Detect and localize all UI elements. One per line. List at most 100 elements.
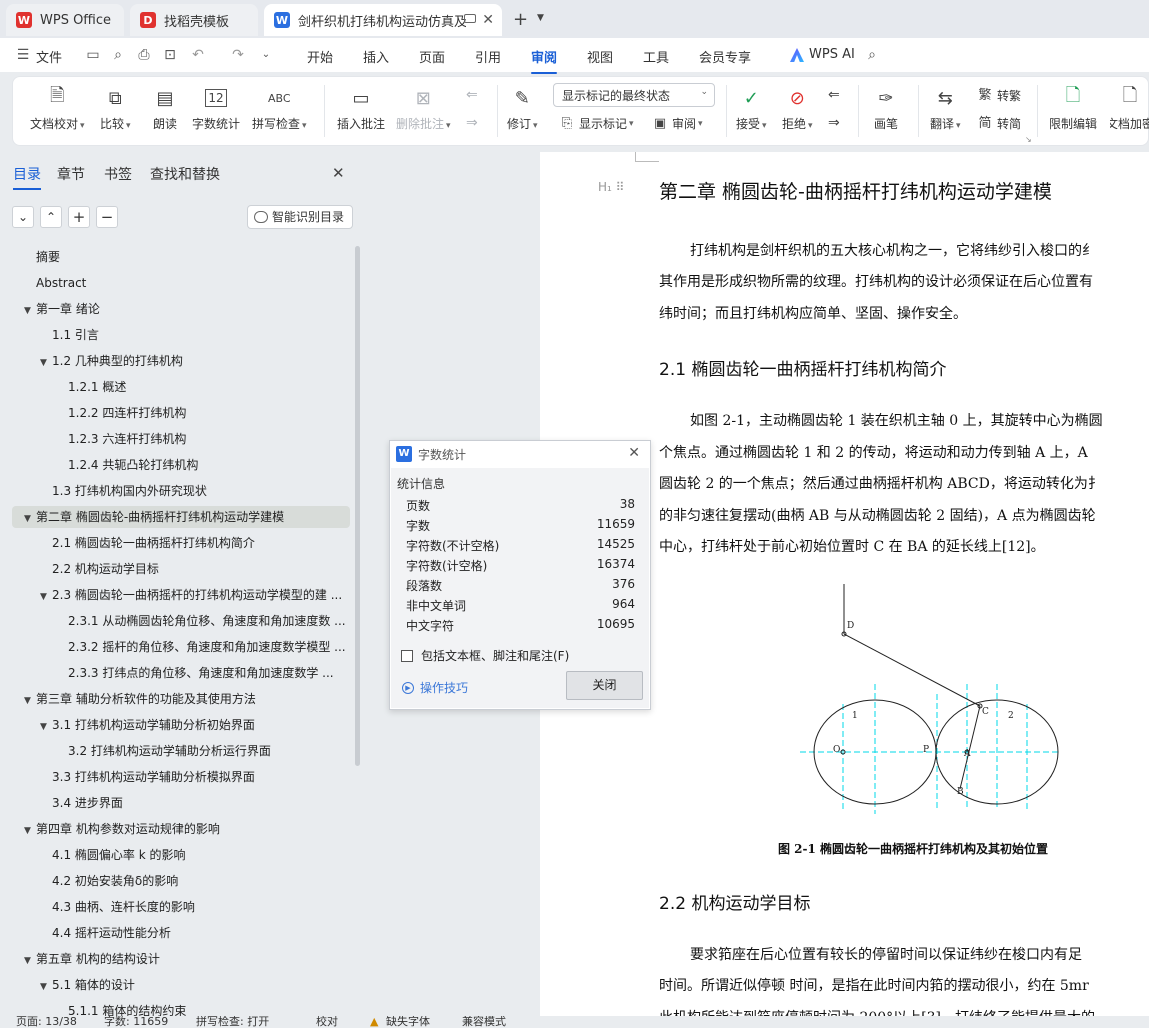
toc-item[interactable]: 3.2 打纬机构运动学辅助分析运行界面 bbox=[56, 740, 350, 762]
to-traditional-button[interactable]: 繁转繁 bbox=[977, 87, 1021, 104]
toc-item[interactable]: 1.2.2 四连杆打纬机构 bbox=[56, 402, 350, 424]
toc-item[interactable]: 1.2.3 六连杆打纬机构 bbox=[56, 428, 350, 450]
close-button[interactable]: 关闭 bbox=[566, 671, 643, 700]
menu-tools[interactable]: 工具 bbox=[643, 47, 669, 66]
new-tab-icon[interactable]: + bbox=[513, 9, 528, 30]
smart-toc-button[interactable]: 智能识别目录 bbox=[247, 205, 354, 229]
menu-member[interactable]: 会员专享 bbox=[699, 47, 751, 66]
print-preview-icon[interactable]: ⊡ bbox=[162, 47, 178, 63]
menu-review[interactable]: 审阅 bbox=[531, 47, 558, 74]
toc-item[interactable]: ▼ 第五章 机构的结构设计 bbox=[24, 948, 350, 970]
menu-view[interactable]: 视图 bbox=[587, 47, 613, 66]
status-spell-check[interactable]: 拼写检查: 打开 bbox=[196, 1016, 269, 1028]
tab-document[interactable]: W 剑杆织机打纬机构运动仿真及 ✕ bbox=[264, 4, 502, 36]
delete-comment-button[interactable]: ⊠ 删除批注 ▾ bbox=[396, 85, 451, 132]
dialog-titlebar[interactable]: W 字数统计 bbox=[390, 441, 650, 467]
expand-arrow-icon[interactable]: ▼ bbox=[24, 300, 36, 320]
restrict-edit-button[interactable]: 🗋 限制编辑 bbox=[1049, 85, 1097, 132]
review-pane-button[interactable]: ▣ 审阅 ▾ bbox=[652, 115, 703, 132]
toc-item[interactable]: 2.3.1 从动椭圆齿轮角位移、角速度和角加速度数 ... bbox=[56, 610, 350, 632]
status-page[interactable]: 页面: 13/38 bbox=[16, 1016, 77, 1028]
close-icon[interactable]: ✕ bbox=[628, 445, 640, 461]
expand-up-icon[interactable]: ⌃ bbox=[40, 206, 62, 228]
toc-item[interactable]: 3.4 进步界面 bbox=[40, 792, 350, 814]
doc-encrypt-button[interactable]: 🗋 文档加密 bbox=[1110, 85, 1149, 132]
collapse-icon[interactable]: ⌄ bbox=[12, 206, 34, 228]
include-textbox-checkbox[interactable]: 包括文本框、脚注和尾注(F) bbox=[401, 647, 569, 664]
word-count-button[interactable]: 12 字数统计 bbox=[192, 85, 240, 132]
menu-insert[interactable]: 插入 bbox=[363, 47, 389, 66]
chevron-down-icon[interactable]: ⌄ bbox=[258, 47, 274, 63]
toc-item[interactable]: Abstract bbox=[24, 272, 350, 294]
tips-link[interactable]: ▶ 操作技巧 bbox=[402, 679, 468, 696]
expand-arrow-icon[interactable]: ▼ bbox=[40, 976, 52, 996]
toc-item[interactable]: 3.3 打纬机构运动学辅助分析模拟界面 bbox=[40, 766, 350, 788]
toc-item[interactable]: ▼ 2.3 椭圆齿轮一曲柄摇杆的打纬机构运动学模型的建 ... bbox=[40, 584, 350, 606]
toc-item[interactable]: 1.2.4 共轭凸轮打纬机构 bbox=[56, 454, 350, 476]
undo-icon[interactable]: ↶ bbox=[190, 47, 206, 63]
toc-item[interactable]: 1.1 引言 bbox=[40, 324, 350, 346]
read-aloud-button[interactable]: ▤ 朗读 bbox=[152, 85, 178, 132]
toc-item[interactable]: ▼ 5.1 箱体的设计 bbox=[40, 974, 350, 996]
remove-icon[interactable]: − bbox=[96, 206, 118, 228]
monitor-icon[interactable] bbox=[464, 14, 476, 23]
expand-arrow-icon[interactable]: ▼ bbox=[40, 352, 52, 372]
hamburger-icon[interactable]: ☰ bbox=[15, 47, 31, 63]
prev-comment-icon[interactable]: ⇐ bbox=[466, 87, 478, 103]
markup-state-select[interactable]: 显示标记的最终状态 ⌄ bbox=[553, 83, 715, 107]
toc-item[interactable]: 1.2.1 概述 bbox=[56, 376, 350, 398]
tab-docer-templates[interactable]: D 找稻壳模板 bbox=[130, 4, 258, 36]
add-icon[interactable]: + bbox=[68, 206, 90, 228]
save-icon[interactable]: ▭ bbox=[85, 47, 101, 63]
export-icon[interactable]: ⌕ bbox=[110, 47, 126, 63]
compare-button[interactable]: ⧉ 比较 ▾ bbox=[100, 85, 131, 132]
toc-item[interactable]: ▼ 第二章 椭圆齿轮-曲柄摇杆打纬机构运动学建模 bbox=[12, 506, 350, 528]
expand-arrow-icon[interactable]: ▼ bbox=[24, 690, 36, 710]
dialog-launcher-icon[interactable]: ↘ bbox=[1025, 135, 1032, 144]
toc-item[interactable]: 4.3 曲柄、连杆长度的影响 bbox=[40, 896, 350, 918]
redo-icon[interactable]: ↷ bbox=[230, 47, 246, 63]
toc-item[interactable]: ▼ 第三章 辅助分析软件的功能及其使用方法 bbox=[24, 688, 350, 710]
toc-item[interactable]: 4.4 摇杆运动性能分析 bbox=[40, 922, 350, 944]
toc-item[interactable]: ▼ 第一章 绪论 bbox=[24, 298, 350, 320]
nav-tab-bookmarks[interactable]: 书签 bbox=[104, 164, 132, 184]
reject-button[interactable]: ⊘ 拒绝 ▾ bbox=[782, 85, 813, 132]
expand-arrow-icon[interactable]: ▼ bbox=[24, 820, 36, 840]
heading-marker-icon[interactable]: H₁ ⠿ bbox=[598, 180, 624, 194]
toc-item[interactable]: 摘要 bbox=[24, 246, 350, 268]
translate-button[interactable]: ⇆ 翻译 ▾ bbox=[930, 85, 961, 132]
menu-references[interactable]: 引用 bbox=[475, 47, 501, 66]
expand-arrow-icon[interactable]: ▼ bbox=[40, 586, 52, 606]
menu-file[interactable]: 文件 bbox=[36, 47, 62, 66]
status-proofread[interactable]: 校对 bbox=[316, 1016, 338, 1028]
toc-item[interactable]: ▼ 第四章 机构参数对运动规律的影响 bbox=[24, 818, 350, 840]
to-simplified-button[interactable]: 简转简 bbox=[977, 115, 1021, 132]
chevron-down-icon[interactable]: ▼ bbox=[537, 13, 544, 23]
search-icon[interactable]: ⌕ bbox=[864, 47, 880, 63]
close-icon[interactable]: ✕ bbox=[482, 12, 494, 28]
nav-tab-toc[interactable]: 目录 bbox=[13, 164, 41, 190]
toc-item[interactable]: 4.1 椭圆偏心率 k 的影响 bbox=[40, 844, 350, 866]
toc-item[interactable]: ▼ 3.1 打纬机构运动学辅助分析初始界面 bbox=[40, 714, 350, 736]
status-missing-font[interactable]: 缺失字体 bbox=[386, 1016, 430, 1028]
toc-item[interactable]: 4.2 初始安装角δ的影响 bbox=[40, 870, 350, 892]
accept-button[interactable]: ✓ 接受 ▾ bbox=[736, 85, 767, 132]
doc-check-button[interactable]: 🗎 文档校对 ▾ bbox=[30, 85, 85, 132]
nav-tab-sections[interactable]: 章节 bbox=[57, 164, 85, 184]
toc-item[interactable]: 1.3 打纬机构国内外研究现状 bbox=[40, 480, 350, 502]
expand-arrow-icon[interactable]: ▼ bbox=[24, 508, 36, 528]
toc-item[interactable]: 2.3.3 打纬点的角位移、角速度和角加速度数学 ... bbox=[56, 662, 350, 684]
close-icon[interactable]: ✕ bbox=[332, 164, 345, 182]
menu-home[interactable]: 开始 bbox=[307, 47, 333, 66]
tab-wps-office[interactable]: W WPS Office bbox=[6, 4, 124, 36]
status-word-count[interactable]: 字数: 11659 bbox=[104, 1016, 168, 1028]
menu-wps-ai[interactable]: WPS AI bbox=[809, 47, 855, 62]
print-icon[interactable]: ⎙ bbox=[136, 47, 152, 63]
expand-arrow-icon[interactable]: ▼ bbox=[24, 950, 36, 970]
expand-arrow-icon[interactable]: ▼ bbox=[40, 716, 52, 736]
toc-item[interactable]: 2.3.2 摇杆的角位移、角速度和角加速度数学模型 ... bbox=[56, 636, 350, 658]
next-change-icon[interactable]: ⇒ bbox=[828, 115, 840, 131]
nav-tab-find-replace[interactable]: 查找和替换 bbox=[150, 164, 220, 184]
spell-check-button[interactable]: ABC 拼写检查 ▾ bbox=[252, 85, 307, 132]
scrollbar[interactable] bbox=[355, 246, 360, 766]
